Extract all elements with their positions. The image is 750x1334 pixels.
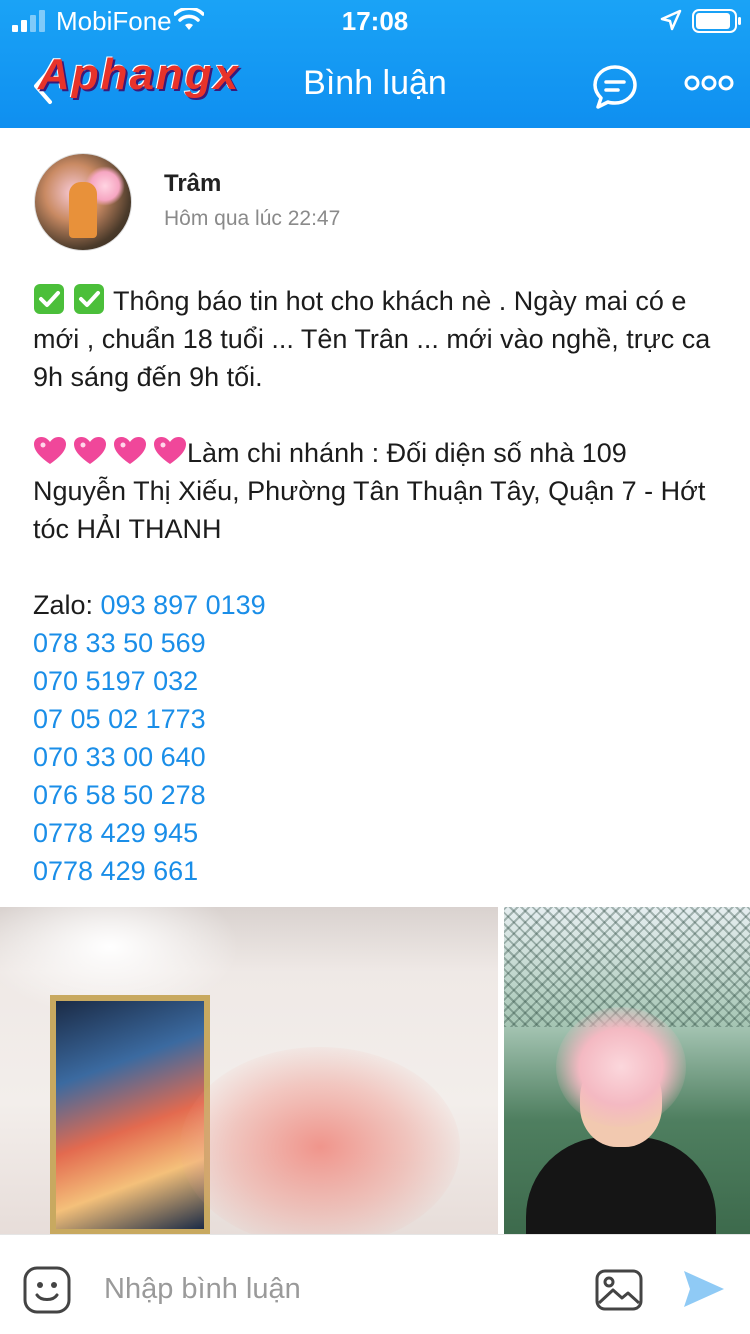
phone-link[interactable]: 07 05 02 1773: [33, 704, 206, 734]
photo-blur: [180, 1047, 460, 1234]
check-mark-emoji-icon: [34, 284, 64, 314]
phone-line: 076 58 50 278: [33, 776, 723, 814]
sparkling-heart-emoji-icon: [154, 437, 186, 464]
sparkling-heart-emoji-icon: [114, 437, 146, 464]
chat-icon[interactable]: [592, 64, 638, 110]
phone-line: 070 33 00 640: [33, 738, 723, 776]
post-paragraph-1-text: Thông báo tin hot cho khách nè . Ngày ma…: [33, 286, 711, 392]
photo-painting-frame: [50, 995, 210, 1234]
send-icon[interactable]: [680, 1265, 728, 1313]
photo-face-blur: [556, 1007, 686, 1127]
screen: MobiFone 17:08 Aphangx Bình luận Trâm Hô…: [0, 0, 750, 1334]
phone-link[interactable]: 076 58 50 278: [33, 780, 206, 810]
header: MobiFone 17:08 Aphangx Bình luận: [0, 0, 750, 128]
phone-link[interactable]: 0778 429 661: [33, 856, 198, 886]
zalo-label: Zalo:: [33, 590, 101, 620]
phone-link[interactable]: 093 897 0139: [101, 590, 266, 620]
image-attach-icon[interactable]: [594, 1265, 644, 1315]
more-options-icon[interactable]: [684, 72, 734, 94]
sparkling-heart-emoji-icon: [74, 437, 106, 464]
phone-line: 0778 429 661: [33, 852, 723, 890]
author-name[interactable]: Trâm: [164, 170, 221, 198]
post-paragraph-announcement: Thông báo tin hot cho khách nè . Ngày ma…: [33, 282, 723, 396]
status-time: 17:08: [341, 6, 409, 36]
sparkling-heart-emoji-icon: [34, 437, 66, 464]
author-avatar[interactable]: [34, 153, 132, 251]
check-mark-emoji-icon: [74, 284, 104, 314]
post-photo-room[interactable]: [0, 907, 498, 1234]
phone-link[interactable]: 0778 429 945: [33, 818, 198, 848]
post-body: Thông báo tin hot cho khách nè . Ngày ma…: [33, 282, 723, 890]
post-paragraph-address: Làm chi nhánh : Đối diện số nhà 109 Nguy…: [33, 434, 723, 548]
avatar-figure: [69, 182, 97, 238]
photo-person-body: [526, 1137, 716, 1234]
phone-link[interactable]: 078 33 50 569: [33, 628, 206, 658]
comment-bar: [0, 1234, 750, 1334]
phone-line: 078 33 50 569: [33, 624, 723, 662]
phone-line: 070 5197 032: [33, 662, 723, 700]
post-time: Hôm qua lúc 22:47: [164, 207, 341, 230]
post-photo-portrait[interactable]: [504, 907, 750, 1234]
phone-link[interactable]: 070 33 00 640: [33, 742, 206, 772]
status-bar: MobiFone 17:08: [0, 0, 750, 40]
battery-icon: [692, 9, 741, 33]
location-arrow-icon: [660, 9, 682, 31]
phone-line: Zalo: 093 897 0139: [33, 586, 723, 624]
comment-input[interactable]: [104, 1269, 544, 1309]
phone-link[interactable]: 070 5197 032: [33, 666, 198, 696]
phone-line: 0778 429 945: [33, 814, 723, 852]
nav-bar: Aphangx Bình luận: [0, 40, 750, 128]
phone-line: 07 05 02 1773: [33, 700, 723, 738]
emoji-picker-icon[interactable]: [22, 1265, 72, 1315]
